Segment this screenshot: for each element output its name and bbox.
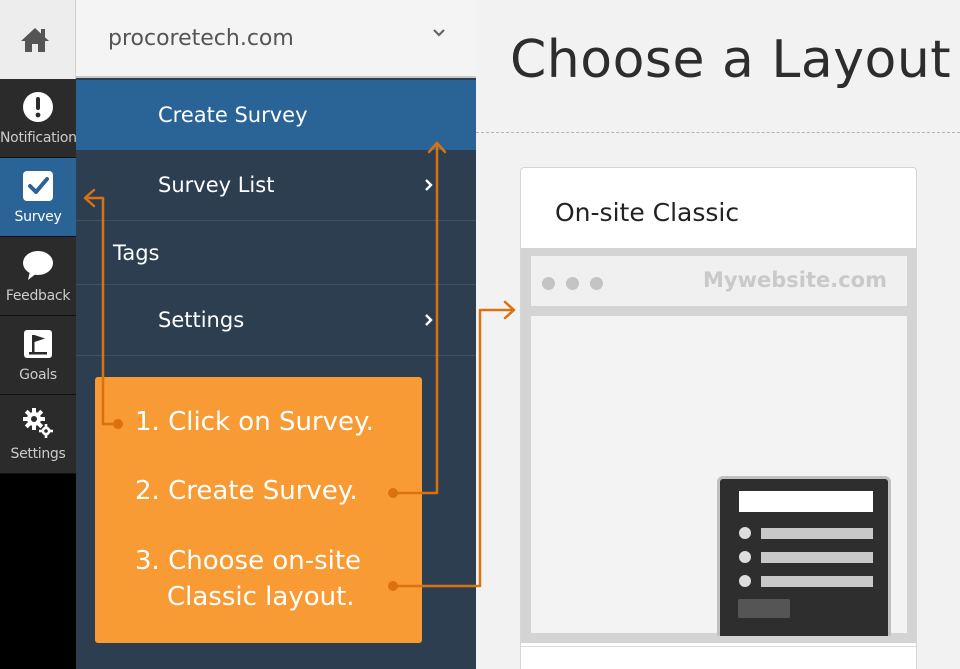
rail-item-goals[interactable]: Goals (0, 316, 76, 395)
exclamation-circle-icon (23, 92, 53, 122)
menu-item-tags[interactable]: Tags (76, 221, 476, 285)
layout-preview: Mywebsite.com (521, 248, 916, 643)
rail-item-label: Goals (19, 367, 57, 383)
step-1-text: 1. Click on Survey. (135, 407, 374, 437)
preview-option-line (761, 552, 873, 563)
preview-page (531, 316, 907, 636)
menu-item-survey-list[interactable]: Survey List (76, 150, 476, 221)
instruction-callout: 1. Click on Survey. 2. Create Survey. 3.… (95, 377, 422, 643)
rail-item-survey[interactable]: Survey (0, 158, 76, 237)
menu-item-label: Settings (158, 308, 245, 332)
chevron-right-icon (425, 179, 433, 191)
preview-option-line (761, 576, 873, 587)
preview-option-line (761, 528, 873, 539)
rail-item-notification[interactable]: Notification (0, 79, 77, 158)
site-selector-value: procoretech.com (108, 26, 294, 51)
preview-radio (739, 575, 751, 587)
window-dot-icon (566, 277, 579, 290)
layout-card-footer (521, 646, 916, 669)
step-3-text: 3. Choose on-site (135, 546, 362, 576)
checkbox-icon (23, 171, 53, 201)
preview-browser-bar: Mywebsite.com (531, 256, 907, 306)
menu-item-label: Survey List (158, 173, 275, 197)
rail-item-label: Notification (0, 130, 77, 146)
preview-radio (739, 551, 751, 563)
page-title: Choose a Layout (510, 30, 952, 90)
step-3-text-line2: Classic layout. (167, 582, 355, 612)
rail-item-settings[interactable]: Settings (0, 395, 76, 474)
site-selector[interactable]: procoretech.com (76, 0, 476, 78)
chevron-down-icon (433, 29, 445, 37)
preview-survey-widget (717, 476, 891, 636)
menu-item-label: Tags (113, 240, 160, 265)
preview-radio (739, 527, 751, 539)
step-2-text: 2. Create Survey. (135, 476, 358, 506)
rail-item-label: Feedback (5, 288, 71, 304)
window-dot-icon (542, 277, 555, 290)
gears-icon (23, 408, 53, 438)
home-icon (21, 28, 49, 52)
layout-card-title: On-site Classic (555, 198, 740, 227)
rail-item-label: Settings (10, 446, 66, 462)
flag-icon (24, 330, 52, 358)
menu-item-create-survey[interactable]: Create Survey (76, 80, 476, 150)
menu-item-label: Create Survey (158, 103, 308, 127)
preview-text-field (739, 491, 873, 512)
window-dot-icon (590, 277, 603, 290)
layout-card-onsite-classic[interactable]: On-site Classic Mywebsite.com (520, 167, 917, 669)
preview-url: Mywebsite.com (703, 268, 887, 292)
icon-rail: Notification Survey Feedback Goals Setti… (0, 0, 77, 669)
preview-submit-button (738, 599, 790, 618)
title-divider (476, 132, 960, 133)
rail-item-feedback[interactable]: Feedback (0, 237, 76, 316)
rail-item-label: Survey (14, 209, 62, 225)
speech-bubble-icon (23, 251, 53, 280)
chevron-right-icon (425, 314, 433, 326)
home-button[interactable] (0, 0, 76, 79)
menu-item-settings[interactable]: Settings (76, 285, 476, 356)
arrowhead-right-icon (503, 300, 516, 320)
